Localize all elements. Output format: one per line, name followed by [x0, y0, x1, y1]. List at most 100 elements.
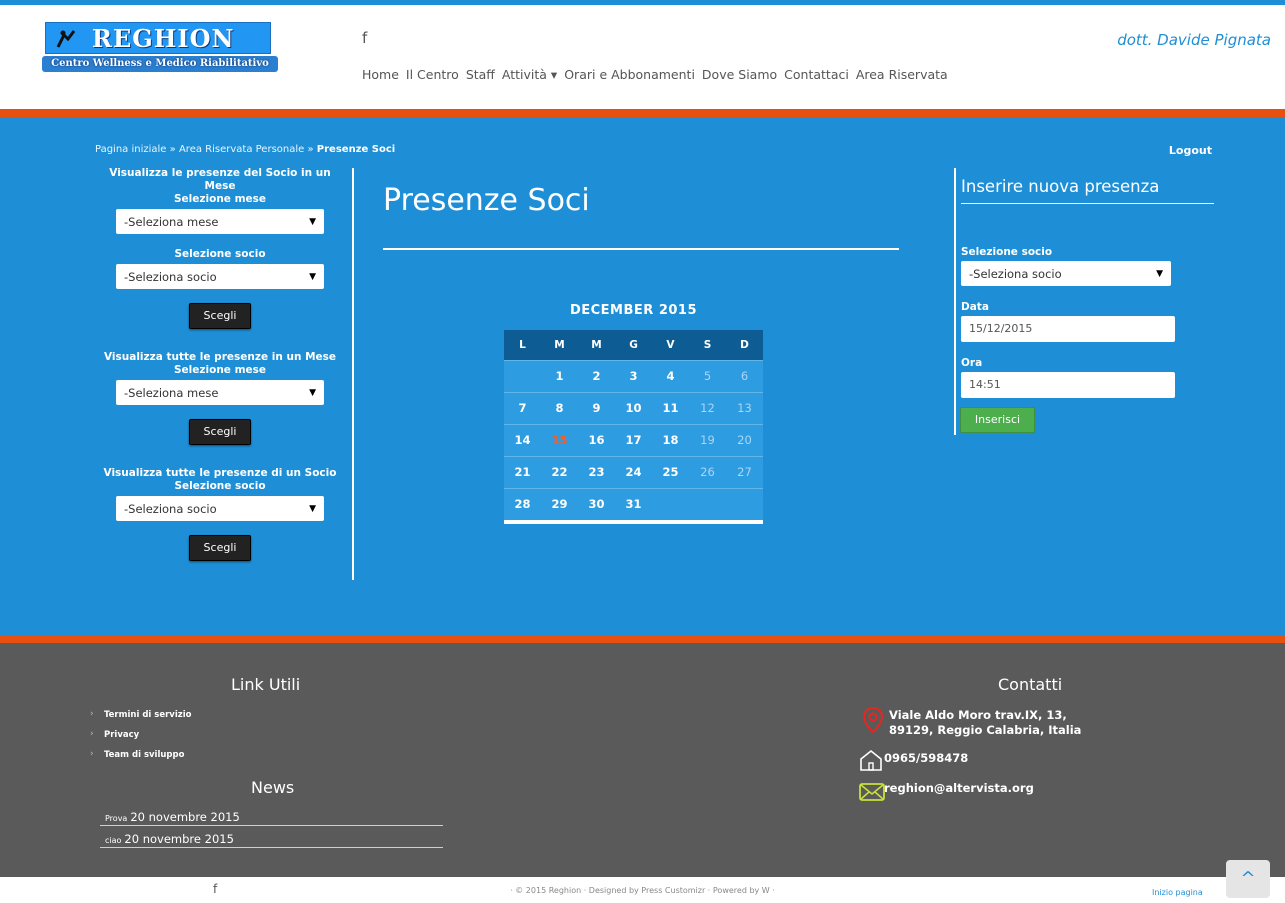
time-label: Ora — [961, 357, 983, 369]
calendar-day[interactable]: 12 — [689, 393, 726, 424]
calendar-day[interactable]: 28 — [504, 489, 541, 520]
useful-links-list: Termini di servizio Privacy Team di svil… — [88, 709, 191, 770]
news-item[interactable]: Prova 20 novembre 2015 — [100, 810, 443, 826]
section2-choose-button[interactable]: Scegli — [189, 419, 251, 445]
calendar-day[interactable]: 13 — [726, 393, 763, 424]
calendar-day[interactable]: 17 — [615, 425, 652, 456]
left-filter-panel: Visualizza le presenze del Socio in un M… — [95, 167, 345, 561]
calendar-day[interactable]: 23 — [578, 457, 615, 488]
nav-home[interactable]: Home — [362, 67, 399, 82]
news-item[interactable]: ciao 20 novembre 2015 — [100, 832, 443, 848]
calendar-day[interactable]: 11 — [652, 393, 689, 424]
weekday-label: D — [740, 339, 749, 351]
contacts-title: Contatti — [998, 675, 1063, 694]
calendar-day[interactable]: 21 — [504, 457, 541, 488]
calendar-day[interactable]: 22 — [541, 457, 578, 488]
time-input[interactable]: 14:51 — [961, 372, 1175, 398]
calendar-caption: DECEMBER 2015 — [569, 303, 698, 318]
nav-staff[interactable]: Staff — [466, 67, 495, 82]
calendar-bottom-border — [504, 520, 763, 524]
calendar-week: 28 29 30 31 — [504, 488, 763, 520]
dropdown-arrow-icon: ▼ — [309, 216, 316, 227]
section2-title: Visualizza tutte le presenze in un Mese — [103, 351, 337, 363]
weekday-label: V — [666, 339, 675, 351]
calendar-day[interactable]: 6 — [726, 361, 763, 392]
calendar-day[interactable]: 20 — [726, 425, 763, 456]
nav-contattaci[interactable]: Contattaci — [784, 67, 849, 82]
copyright-text: · © 2015 Reghion · Designed by Press Cus… — [510, 886, 775, 895]
site-footer: Link Utili Termini di servizio Privacy T… — [0, 643, 1285, 877]
section2-month-select[interactable]: -Seleziona mese ▼ — [116, 380, 324, 405]
contact-email[interactable]: reghion@altervista.org — [884, 781, 1034, 796]
back-to-top-link[interactable]: Inizio pagina — [1152, 888, 1203, 897]
dropdown-arrow-icon: ▼ — [1156, 268, 1163, 279]
calendar-day[interactable]: 1 — [541, 361, 578, 392]
section3-member-select[interactable]: -Seleziona socio ▼ — [116, 496, 324, 521]
calendar-day[interactable]: 14 — [504, 425, 541, 456]
section2-month-value: -Seleziona mese — [124, 385, 219, 400]
breadcrumb-current: Presenze Soci — [316, 144, 396, 155]
doctor-name: dott. Davide Pignata — [1117, 31, 1271, 49]
calendar-week: 14 15 16 17 18 19 20 — [504, 424, 763, 456]
logout-link[interactable]: Logout — [1169, 144, 1212, 157]
calendar-day[interactable]: 5 — [689, 361, 726, 392]
footer-link-terms[interactable]: Termini di servizio — [88, 709, 191, 720]
nav-orari[interactable]: Orari e Abbonamenti — [564, 67, 695, 82]
new-attendance-member-value: -Seleziona socio — [969, 266, 1062, 281]
calendar-day[interactable]: 29 — [541, 489, 578, 520]
calendar-day[interactable]: 26 — [689, 457, 726, 488]
dropdown-arrow-icon: ▼ — [309, 387, 316, 398]
nav-area-riservata[interactable]: Area Riservata — [856, 67, 948, 82]
calendar-day[interactable]: 3 — [615, 361, 652, 392]
news-item-date: 20 novembre 2015 — [130, 810, 240, 824]
section1-choose-button[interactable]: Scegli — [189, 303, 251, 329]
calendar-day[interactable]: 2 — [578, 361, 615, 392]
footer-link-team[interactable]: Team di sviluppo — [88, 749, 191, 760]
calendar-week: 21 22 23 24 25 26 27 — [504, 456, 763, 488]
dropdown-arrow-icon: ▼ — [309, 271, 316, 282]
date-label: Data — [961, 301, 989, 313]
address-line2: 89129, Reggio Calabria, Italia — [889, 723, 1082, 737]
calendar-day[interactable]: 10 — [615, 393, 652, 424]
calendar: DECEMBER 2015 L M M G V S D 1 2 3 4 5 6 … — [504, 300, 763, 524]
nav-il-centro[interactable]: Il Centro — [406, 67, 459, 82]
calendar-day — [504, 361, 541, 392]
logo-figure-icon — [56, 30, 76, 48]
new-attendance-divider — [961, 203, 1214, 204]
facebook-icon[interactable]: f — [362, 29, 367, 47]
insert-attendance-button[interactable]: Inserisci — [960, 407, 1035, 433]
section1-member-select[interactable]: -Seleziona socio ▼ — [116, 264, 324, 289]
calendar-day[interactable]: 4 — [652, 361, 689, 392]
section1-member-value: -Seleziona socio — [124, 269, 217, 284]
calendar-day[interactable]: 24 — [615, 457, 652, 488]
calendar-day[interactable]: 19 — [689, 425, 726, 456]
home-phone-icon — [860, 749, 882, 771]
section1-month-value: -Seleziona mese — [124, 214, 219, 229]
nav-attivita[interactable]: Attività ▾ — [502, 67, 557, 82]
nav-dove-siamo[interactable]: Dove Siamo — [702, 67, 777, 82]
section1-title: Visualizza le presenze del Socio in un M… — [109, 167, 331, 192]
breadcrumb-area[interactable]: Area Riservata Personale — [179, 144, 304, 155]
calendar-day[interactable]: 9 — [578, 393, 615, 424]
calendar-day[interactable]: 27 — [726, 457, 763, 488]
breadcrumb-separator: » — [307, 144, 314, 155]
calendar-day[interactable]: 31 — [615, 489, 652, 520]
calendar-day[interactable]: 16 — [578, 425, 615, 456]
new-attendance-member-select[interactable]: -Seleziona socio ▼ — [961, 261, 1171, 286]
calendar-day[interactable]: 8 — [541, 393, 578, 424]
site-logo[interactable]: REGHION Centro Wellness e Medico Riabili… — [42, 22, 278, 78]
date-input[interactable]: 15/12/2015 — [961, 316, 1175, 342]
section1-month-select[interactable]: -Seleziona mese ▼ — [116, 209, 324, 234]
contact-phone[interactable]: 0965/598478 — [884, 751, 968, 766]
breadcrumb-separator: » — [169, 144, 176, 155]
scroll-to-top-button[interactable]: ^ — [1226, 860, 1270, 898]
calendar-day[interactable]: 18 — [652, 425, 689, 456]
calendar-day[interactable]: 30 — [578, 489, 615, 520]
footer-link-privacy[interactable]: Privacy — [88, 729, 191, 740]
calendar-day[interactable]: 25 — [652, 457, 689, 488]
logo-subtitle: Centro Wellness e Medico Riabilitativo — [42, 56, 278, 72]
breadcrumb-home[interactable]: Pagina iniziale — [95, 144, 166, 155]
calendar-day-today[interactable]: 15 — [541, 425, 578, 456]
calendar-day[interactable]: 7 — [504, 393, 541, 424]
section3-choose-button[interactable]: Scegli — [189, 535, 251, 561]
